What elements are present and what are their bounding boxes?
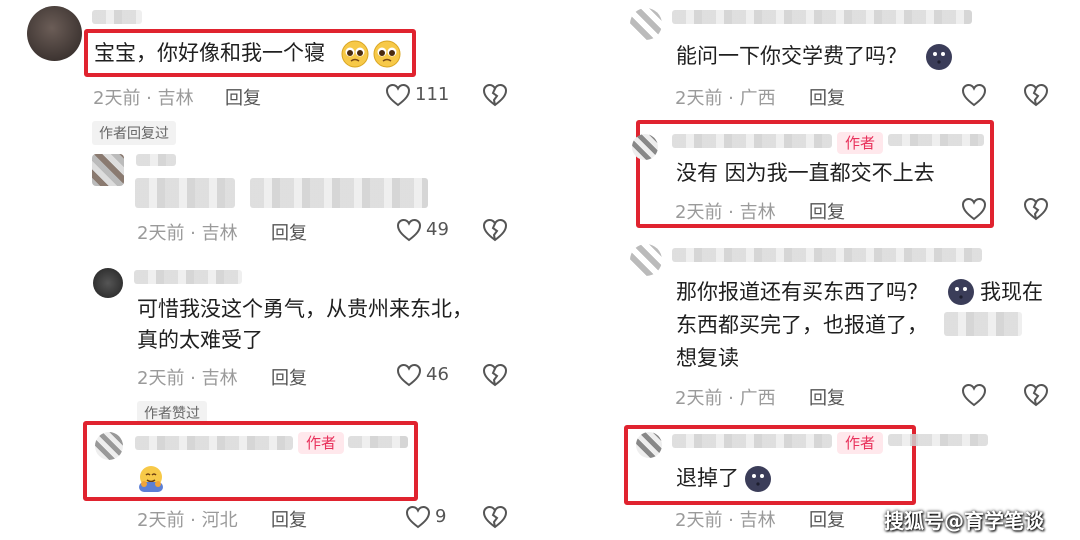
comment-meta: 2天前 · 河北 — [137, 510, 238, 531]
reply-button[interactable]: 回复 — [809, 384, 845, 410]
heart-icon[interactable] — [961, 83, 987, 107]
comment-meta: 2天前 · 吉林 — [137, 368, 238, 389]
reply-button[interactable]: 回复 — [809, 198, 845, 224]
pleading-emoji-icon — [372, 39, 402, 69]
comment-text: 我现在 — [980, 280, 1043, 304]
dislike-icon[interactable] — [1023, 83, 1049, 107]
dark-moon-emoji-icon — [743, 464, 773, 494]
author-tag: 作者 — [837, 432, 884, 454]
avatar[interactable] — [630, 8, 662, 40]
dislike-icon[interactable] — [1023, 383, 1049, 407]
heart-icon[interactable] — [385, 83, 411, 107]
dislike-icon[interactable] — [482, 83, 508, 107]
like-count: 46 — [426, 364, 449, 385]
reply-button[interactable]: 回复 — [225, 84, 261, 110]
avatar[interactable] — [27, 6, 82, 61]
heart-icon[interactable] — [396, 218, 422, 242]
avatar[interactable] — [632, 134, 658, 160]
comment-meta: 2天前 · 吉林 — [137, 223, 238, 244]
username-blurred[interactable] — [92, 10, 142, 24]
dark-moon-emoji-icon — [946, 277, 976, 307]
username-blurred[interactable] — [672, 10, 972, 24]
like-count: 111 — [415, 84, 450, 105]
comment-text: 那你报道还有买东西了吗？ — [676, 280, 928, 304]
comment-text: 可惜我没这个勇气，从贵州来东北， — [137, 297, 473, 321]
avatar[interactable] — [92, 154, 124, 186]
heart-icon[interactable] — [405, 505, 431, 529]
comment-text: 宝宝，你好像和我一个寝 — [94, 41, 325, 65]
dislike-icon[interactable] — [482, 505, 508, 529]
dislike-icon[interactable] — [482, 218, 508, 242]
comment-text: 没有 因为我一直都交不上去 — [676, 161, 935, 185]
username-blurred[interactable] — [672, 248, 982, 262]
avatar[interactable] — [636, 432, 662, 458]
hug-emoji-icon — [136, 464, 166, 494]
like-count: 9 — [435, 506, 447, 527]
comment-meta: 2天前 · 吉林 — [93, 88, 194, 109]
heart-icon[interactable] — [396, 363, 422, 387]
dislike-icon[interactable] — [1023, 197, 1049, 221]
comment-text: 真的太难受了 — [137, 328, 263, 352]
comment-text-blurred — [135, 178, 235, 208]
author-tag: 作者 — [298, 432, 345, 454]
heart-icon[interactable] — [961, 383, 987, 407]
author-replied-badge: 作者回复过 — [92, 121, 176, 145]
username-blurred[interactable] — [134, 270, 242, 284]
username-blurred[interactable] — [672, 434, 832, 448]
heart-icon[interactable] — [961, 197, 987, 221]
avatar[interactable] — [630, 244, 662, 276]
comment-text-blurred — [944, 312, 1022, 336]
pleading-emoji-icon — [340, 39, 370, 69]
comment-text-blurred — [250, 178, 428, 208]
comment-text: 东西都买完了，也报道了， — [676, 313, 928, 337]
comment-text: 退掉了 — [676, 466, 739, 490]
comment-meta: 2天前 · 吉林 — [675, 510, 776, 531]
reply-button[interactable]: 回复 — [271, 506, 307, 532]
username-blurred[interactable] — [135, 436, 293, 450]
avatar[interactable] — [95, 432, 123, 460]
username-blurred[interactable] — [672, 134, 832, 148]
highlight-box — [83, 421, 418, 501]
dark-moon-emoji-icon — [924, 42, 954, 72]
dislike-icon[interactable] — [482, 363, 508, 387]
avatar[interactable] — [93, 268, 123, 298]
reply-button[interactable]: 回复 — [271, 364, 307, 390]
watermark: 搜狐号@育学笔谈 — [884, 509, 1044, 533]
like-count: 49 — [426, 219, 449, 240]
comment-text: 想复读 — [676, 346, 739, 370]
username-blurred[interactable] — [136, 154, 176, 166]
comment-meta: 2天前 · 广西 — [675, 88, 776, 109]
username-blurred[interactable] — [888, 434, 988, 446]
author-tag: 作者 — [837, 132, 884, 154]
reply-button[interactable]: 回复 — [271, 219, 307, 245]
reply-button[interactable]: 回复 — [809, 506, 845, 532]
comment-meta: 2天前 · 吉林 — [675, 202, 776, 223]
username-blurred[interactable] — [888, 134, 984, 146]
comment-text: 能问一下你交学费了吗？ — [676, 44, 907, 68]
comment-meta: 2天前 · 广西 — [675, 388, 776, 409]
username-blurred[interactable] — [348, 436, 408, 448]
reply-button[interactable]: 回复 — [809, 84, 845, 110]
